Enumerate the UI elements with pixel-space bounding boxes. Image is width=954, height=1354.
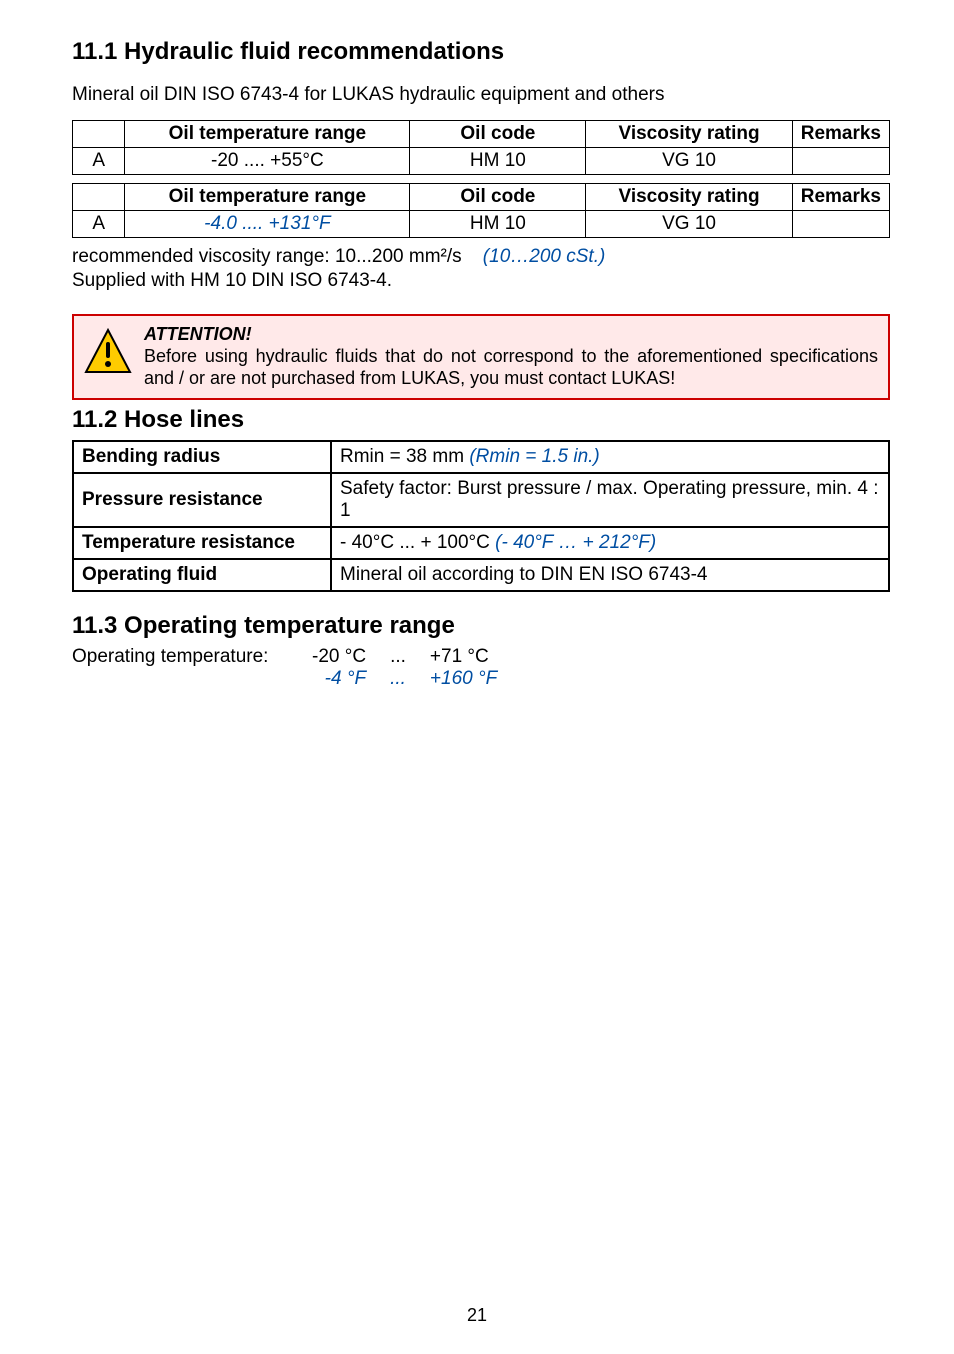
table-row: Temperature resistance - 40°C ... + 100°… [73,527,889,559]
cell-rem [792,148,889,175]
col-viscosity: Viscosity rating [586,121,792,148]
col-range: Oil temperature range [125,121,410,148]
table-row: Pressure resistance Safety factor: Burst… [73,473,889,527]
cell-code: HM 10 [410,211,586,238]
table-row: Operating fluid Mineral oil according to… [73,559,889,591]
cell-visc: VG 10 [586,211,792,238]
row-label-fluid: Operating fluid [73,559,331,591]
cell-range: -20 .... +55°C [125,148,410,175]
optemp-f-high: +160 °F [430,668,497,690]
col-remarks: Remarks [792,184,889,211]
table-header-row: Oil temperature range Oil code Viscosity… [73,121,890,148]
cell-key: A [73,211,125,238]
row-value-fluid: Mineral oil according to DIN EN ISO 6743… [331,559,889,591]
optemp-f-low: -4 °F [312,668,366,690]
table-row: A -20 .... +55°C HM 10 VG 10 [73,148,890,175]
attention-box: ATTENTION! Before using hydraulic fluids… [72,314,890,400]
bending-value-metric: Rmin = 38 mm [340,446,469,467]
row-label-temp: Temperature resistance [73,527,331,559]
col-viscosity: Viscosity rating [586,184,792,211]
optemp-c-high: +71 °C [430,646,497,668]
optemp-f-dots: ... [390,668,406,690]
col-remarks: Remarks [792,121,889,148]
supplied-line: Supplied with HM 10 DIN ISO 6743-4. [72,270,890,292]
table-row: Bending radius Rmin = 38 mm (Rmin = 1.5 … [73,441,889,473]
cell-key: A [73,148,125,175]
col-code: Oil code [410,184,586,211]
page: 11.1 Hydraulic fluid recommendations Min… [0,0,954,1354]
oil-table-c: Oil temperature range Oil code Viscosity… [72,120,890,175]
oil-table-f: Oil temperature range Oil code Viscosity… [72,183,890,238]
attention-body: Before using hydraulic fluids that do no… [144,346,878,388]
optemp-c-dots: ... [390,646,406,668]
optemp-label: Operating temperature: [72,646,312,690]
optemp-grid: -20 °C ... +71 °C -4 °F ... +160 °F [312,646,497,690]
hose-table: Bending radius Rmin = 38 mm (Rmin = 1.5 … [72,440,890,592]
warning-icon [84,328,132,376]
page-number: 21 [0,1305,954,1326]
bending-value-imperial: (Rmin = 1.5 in.) [469,446,599,467]
table-header-row: Oil temperature range Oil code Viscosity… [73,184,890,211]
row-label-pressure: Pressure resistance [73,473,331,527]
row-value-temp: - 40°C ... + 100°C (- 40°F … + 212°F) [331,527,889,559]
operating-temp-block: Operating temperature: -20 °C ... +71 °C… [72,646,890,690]
section-title-11-1: 11.1 Hydraulic fluid recommendations [72,38,890,66]
cell-visc: VG 10 [586,148,792,175]
intro-text: Mineral oil DIN ISO 6743-4 for LUKAS hyd… [72,84,890,106]
col-range: Oil temperature range [125,184,410,211]
row-value-pressure: Safety factor: Burst pressure / max. Ope… [331,473,889,527]
table-row: A -4.0 .... +131°F HM 10 VG 10 [73,211,890,238]
temp-value-metric: - 40°C ... + 100°C [340,532,495,553]
section-title-11-3: 11.3 Operating temperature range [72,612,890,640]
cell-code: HM 10 [410,148,586,175]
col-code: Oil code [410,121,586,148]
visc-text: recommended viscosity range: 10...200 mm… [72,246,462,267]
section-title-11-2: 11.2 Hose lines [72,406,890,434]
attention-title: ATTENTION! [144,324,252,344]
row-value-bending: Rmin = 38 mm (Rmin = 1.5 in.) [331,441,889,473]
col-blank [73,121,125,148]
temp-value-imperial: (- 40°F … + 212°F) [495,532,656,553]
optemp-c-low: -20 °C [312,646,366,668]
row-label-bending: Bending radius [73,441,331,473]
cell-range: -4.0 .... +131°F [125,211,410,238]
visc-text-imperial: (10…200 cSt.) [483,246,606,267]
viscosity-line: recommended viscosity range: 10...200 mm… [72,246,890,268]
col-blank [73,184,125,211]
cell-rem [792,211,889,238]
attention-text: ATTENTION! Before using hydraulic fluids… [144,324,878,390]
